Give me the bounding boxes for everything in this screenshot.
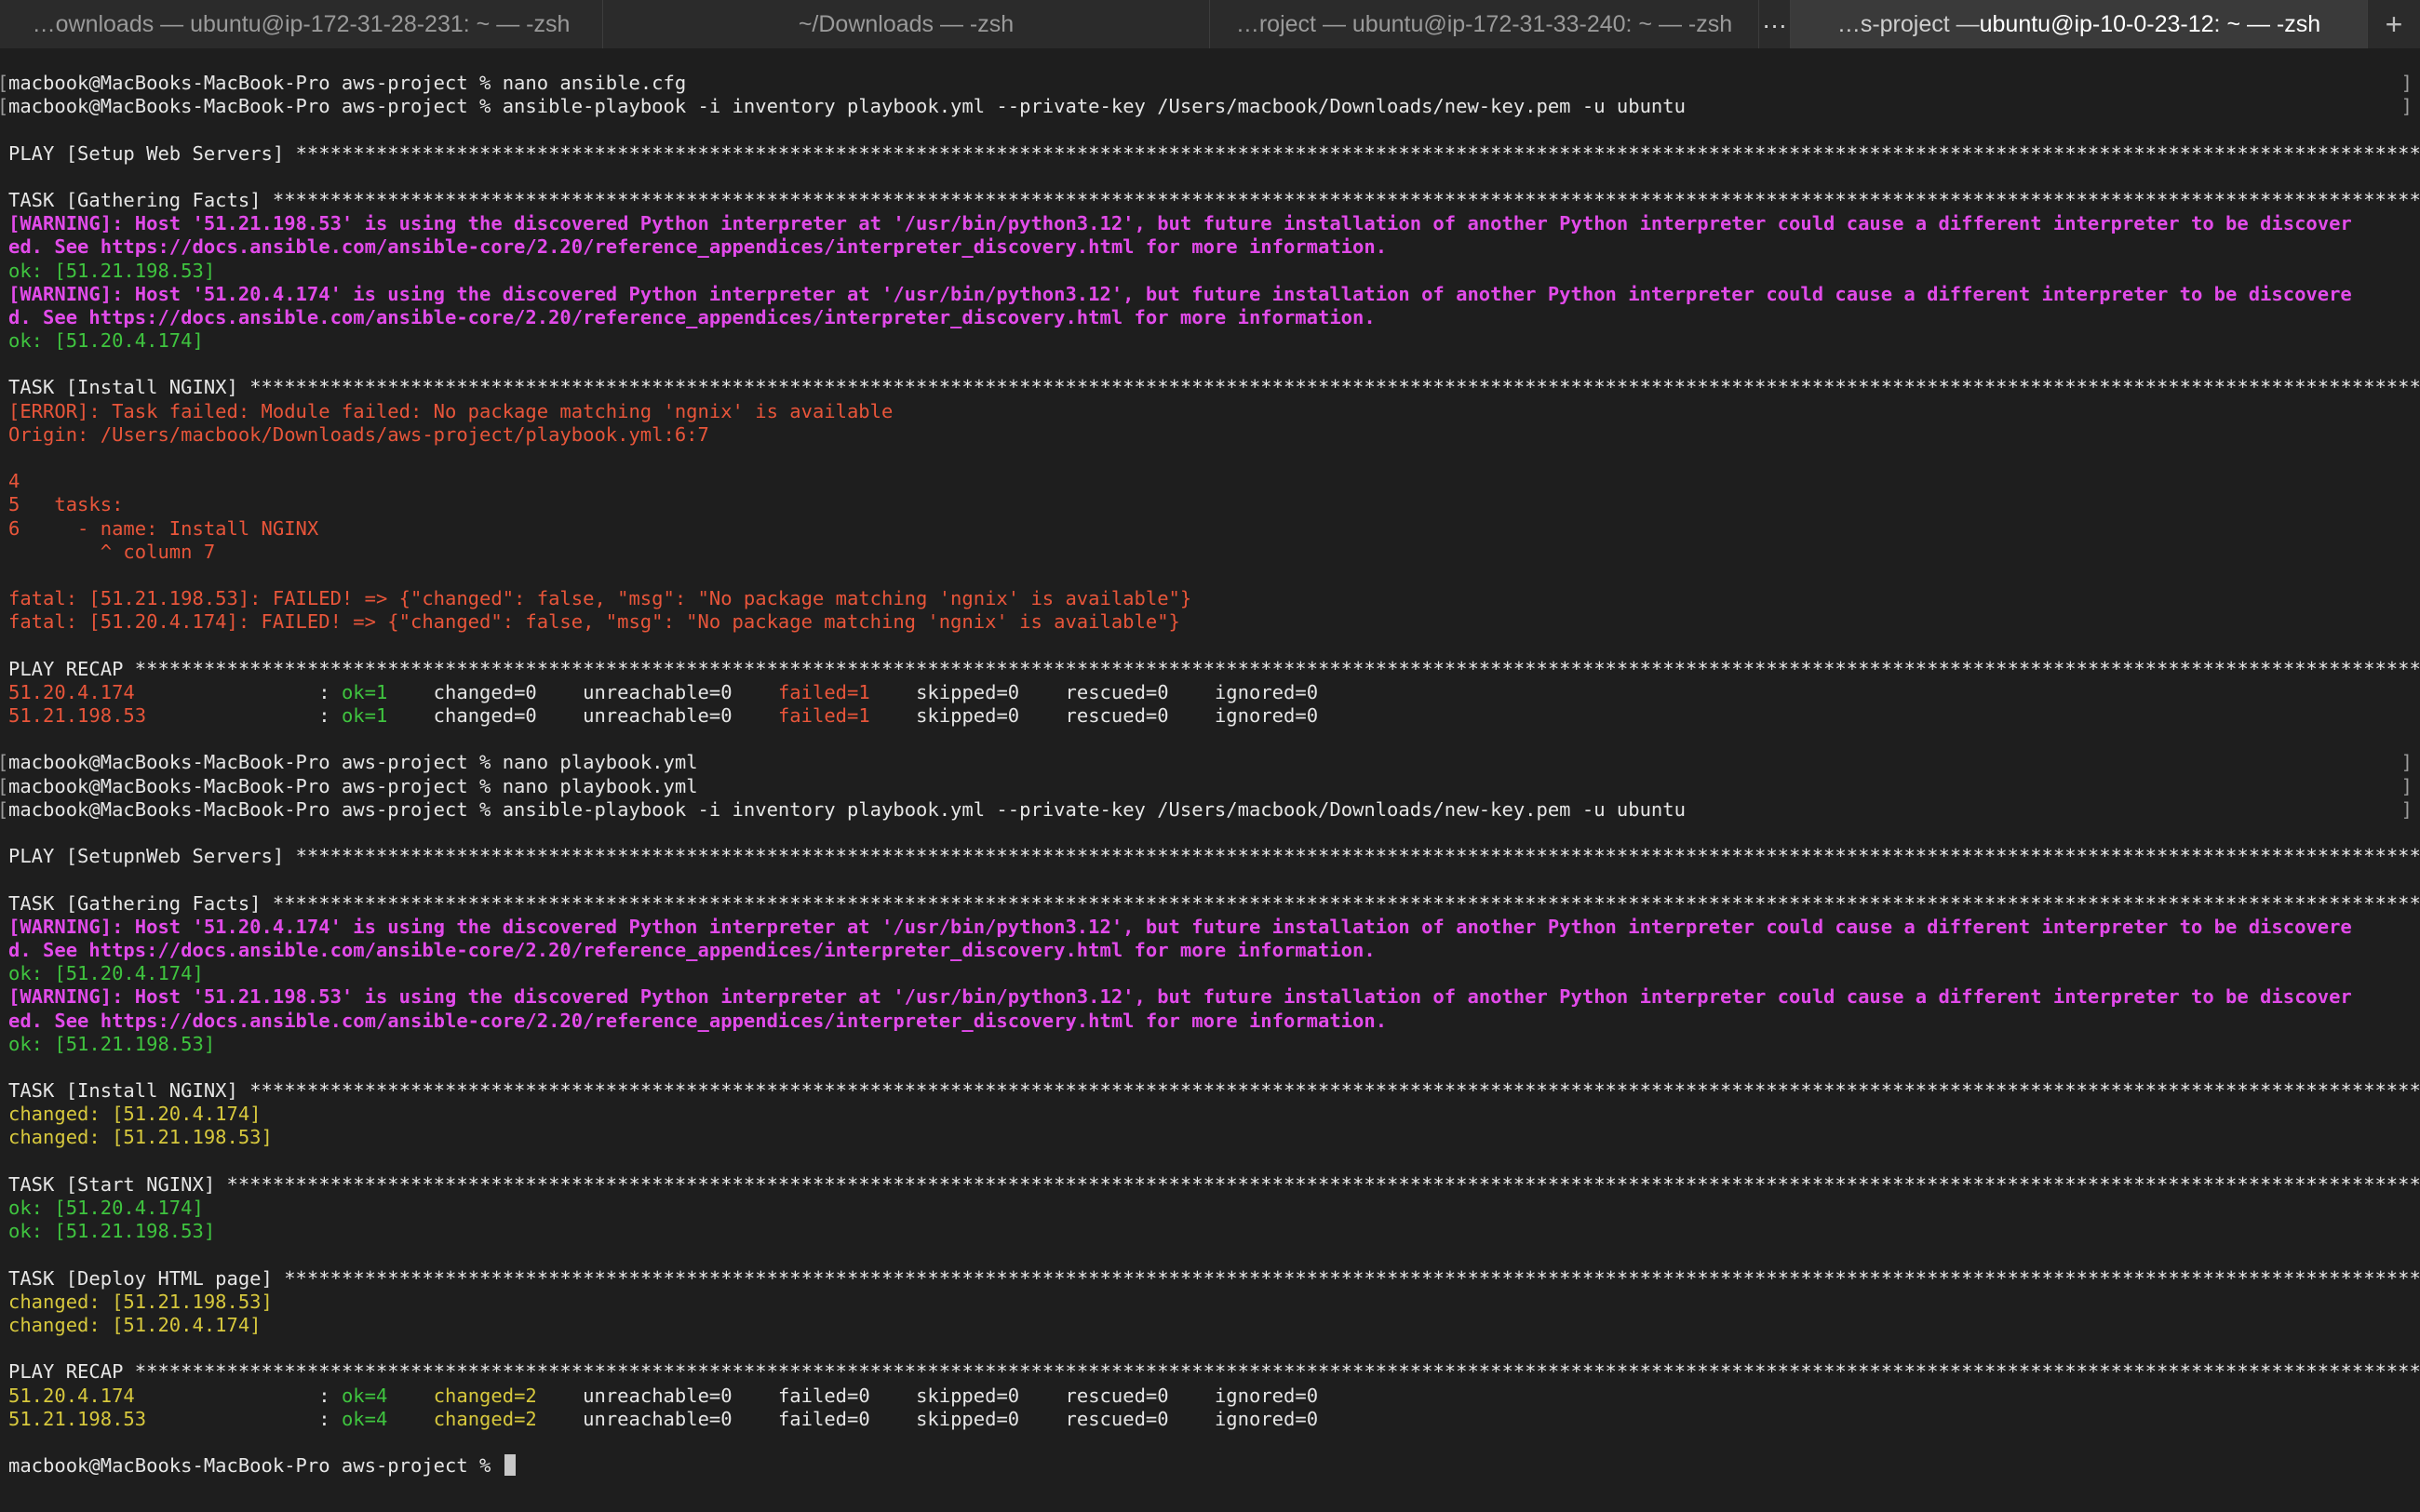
tab-label-prefix: …s-project — bbox=[1836, 10, 1980, 37]
fatal-line: fatal: [51.20.4.174]: FAILED! => {"chang… bbox=[8, 610, 1180, 634]
warning-line: [WARNING]: Host '51.20.4.174' is using t… bbox=[8, 915, 2352, 938]
task-header: TASK [Gathering Facts] *****************… bbox=[8, 891, 2420, 915]
changed-line: changed: [51.20.4.174] bbox=[8, 1103, 262, 1126]
play-header: PLAY [SetupnWeb Servers] ***************… bbox=[8, 845, 2420, 868]
more-tabs-button[interactable]: … bbox=[1759, 0, 1791, 48]
task-header: TASK [Install NGINX] *******************… bbox=[8, 376, 2420, 399]
prompt-line: macbook@MacBooks-MacBook-Pro aws-project… bbox=[0, 798, 2420, 822]
tab-bar: …ownloads — ubuntu@ip-172-31-28-231: ~ —… bbox=[0, 0, 2420, 49]
changed-line: changed: [51.21.198.53] bbox=[8, 1126, 273, 1149]
ok-line: ok: [51.21.198.53] bbox=[8, 1032, 216, 1055]
warning-line: [WARNING]: Host '51.21.198.53' is using … bbox=[8, 985, 2352, 1009]
ok-line: ok: [51.20.4.174] bbox=[8, 329, 204, 353]
tab-active-session[interactable]: …s-project — ubuntu@ip-10-0-23-12: ~ — -… bbox=[1791, 0, 2368, 48]
recap-header: PLAY RECAP *****************************… bbox=[8, 657, 2420, 680]
warning-line: [WARNING]: Host '51.21.198.53' is using … bbox=[8, 212, 2352, 235]
play-header: PLAY [Setup Web Servers] ***************… bbox=[8, 141, 2420, 165]
warning-line: d. See https://docs.ansible.com/ansible-… bbox=[8, 305, 1376, 328]
source-caret: ^ column 7 bbox=[8, 540, 216, 563]
text-cursor bbox=[504, 1454, 516, 1477]
source-line: 6 - name: Install NGINX bbox=[8, 516, 319, 540]
fatal-line: fatal: [51.21.198.53]: FAILED! => {"chan… bbox=[8, 587, 1192, 610]
recap-row: 51.21.198.53 : ok=4 changed=2 unreachabl… bbox=[8, 1407, 1319, 1430]
prompt-line: macbook@MacBooks-MacBook-Pro aws-project… bbox=[0, 72, 2420, 95]
warning-line: ed. See https://docs.ansible.com/ansible… bbox=[8, 1009, 1388, 1032]
terminal-output[interactable]: macbook@MacBooks-MacBook-Pro aws-project… bbox=[0, 48, 2420, 1512]
tab-label-main: ubuntu@ip-10-0-23-12: ~ — -zsh bbox=[1979, 10, 2321, 37]
prompt-line: macbook@MacBooks-MacBook-Pro aws-project… bbox=[0, 95, 2420, 118]
error-line: [ERROR]: Task failed: Module failed: No … bbox=[8, 399, 894, 422]
warning-line: ed. See https://docs.ansible.com/ansible… bbox=[8, 235, 1388, 259]
prompt-line: macbook@MacBooks-MacBook-Pro aws-project… bbox=[0, 751, 2420, 774]
ok-line: ok: [51.21.198.53] bbox=[8, 259, 216, 282]
active-prompt[interactable]: macbook@MacBooks-MacBook-Pro aws-project… bbox=[0, 1454, 2420, 1478]
ok-line: ok: [51.21.198.53] bbox=[8, 1220, 216, 1243]
task-header: TASK [Deploy HTML page] ****************… bbox=[8, 1266, 2420, 1290]
changed-line: changed: [51.20.4.174] bbox=[8, 1313, 262, 1336]
prompt-line: macbook@MacBooks-MacBook-Pro aws-project… bbox=[0, 775, 2420, 798]
task-header: TASK [Start NGINX] *********************… bbox=[8, 1172, 2420, 1196]
source-line: 5 tasks: bbox=[8, 493, 124, 516]
tab-project-remote[interactable]: …roject — ubuntu@ip-172-31-33-240: ~ — -… bbox=[1210, 0, 1759, 48]
recap-row: 51.20.4.174 : ok=1 changed=0 unreachable… bbox=[8, 680, 1319, 703]
recap-row: 51.21.198.53 : ok=1 changed=0 unreachabl… bbox=[8, 704, 1319, 728]
tab-downloads-local[interactable]: ~/Downloads — -zsh bbox=[603, 0, 1210, 48]
ok-line: ok: [51.20.4.174] bbox=[8, 962, 204, 985]
new-tab-button[interactable]: + bbox=[2368, 0, 2420, 48]
warning-line: d. See https://docs.ansible.com/ansible-… bbox=[8, 938, 1376, 961]
origin-line: Origin: /Users/macbook/Downloads/aws-pro… bbox=[8, 422, 709, 446]
task-header: TASK [Gathering Facts] *****************… bbox=[8, 188, 2420, 211]
ok-line: ok: [51.20.4.174] bbox=[8, 1197, 204, 1219]
tab-downloads-remote[interactable]: …ownloads — ubuntu@ip-172-31-28-231: ~ —… bbox=[0, 0, 603, 48]
source-line: 4 bbox=[8, 470, 20, 493]
task-header: TASK [Install NGINX] *******************… bbox=[8, 1079, 2420, 1103]
recap-row: 51.20.4.174 : ok=4 changed=2 unreachable… bbox=[8, 1384, 1319, 1407]
warning-line: [WARNING]: Host '51.20.4.174' is using t… bbox=[8, 282, 2352, 305]
recap-header: PLAY RECAP *****************************… bbox=[8, 1360, 2420, 1384]
changed-line: changed: [51.21.198.53] bbox=[8, 1290, 273, 1313]
